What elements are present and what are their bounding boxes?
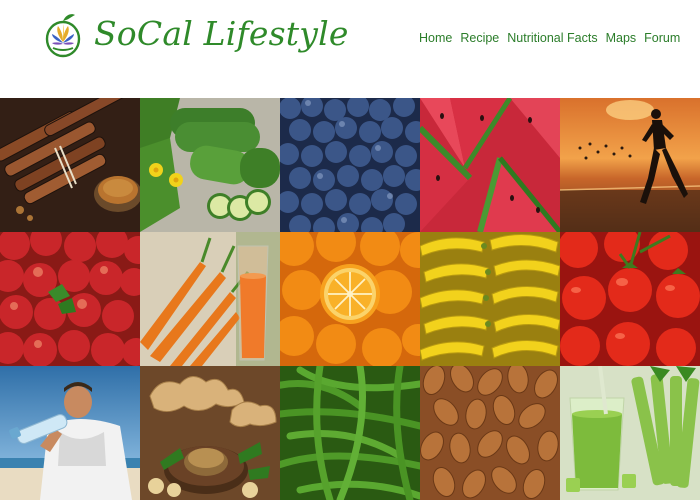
tile-blueberries[interactable] [280,98,420,232]
beach-runner-image [560,98,700,232]
carrots-image [140,232,280,366]
cinnamon-image [0,98,140,232]
tile-carrots[interactable] [140,232,280,366]
oranges-image [280,232,420,366]
apples-image [0,232,140,366]
tomatoes-image [560,232,700,366]
green-beans-image [280,366,420,500]
nav-maps[interactable]: Maps [606,31,637,45]
tile-man-drinking-water[interactable] [0,366,140,500]
brand-title[interactable]: SoCal Lifestyle [94,14,349,53]
tile-oranges[interactable] [280,232,420,366]
watermelon-image [420,98,560,232]
tile-watermelon[interactable] [420,98,560,232]
tile-bananas[interactable] [420,232,560,366]
tile-almonds[interactable] [420,366,560,500]
cucumbers-image [140,98,280,232]
blueberries-image [280,98,420,232]
tile-cucumbers[interactable] [140,98,280,232]
tile-ginger[interactable] [140,366,280,500]
tile-green-smoothie[interactable] [560,366,700,500]
food-image-gallery [0,98,700,500]
nav-forum[interactable]: Forum [644,31,680,45]
tile-cinnamon[interactable] [0,98,140,232]
almonds-image [420,366,560,500]
nav-home[interactable]: Home [419,31,452,45]
tile-green-beans[interactable] [280,366,420,500]
nav-nutritional-facts[interactable]: Nutritional Facts [507,31,597,45]
green-smoothie-image [560,366,700,500]
main-nav: Home Recipe Nutritional Facts Maps Forum [419,31,680,45]
tile-apples[interactable] [0,232,140,366]
lotus-leaf-icon[interactable] [44,12,82,64]
nav-recipe[interactable]: Recipe [460,31,499,45]
tile-tomatoes[interactable] [560,232,700,366]
man-drinking-water-image [0,366,140,500]
tile-beach-runner[interactable] [560,98,700,232]
ginger-image [140,366,280,500]
site-header: SoCal Lifestyle Home Recipe Nutritional … [0,0,700,98]
bananas-image [420,232,560,366]
